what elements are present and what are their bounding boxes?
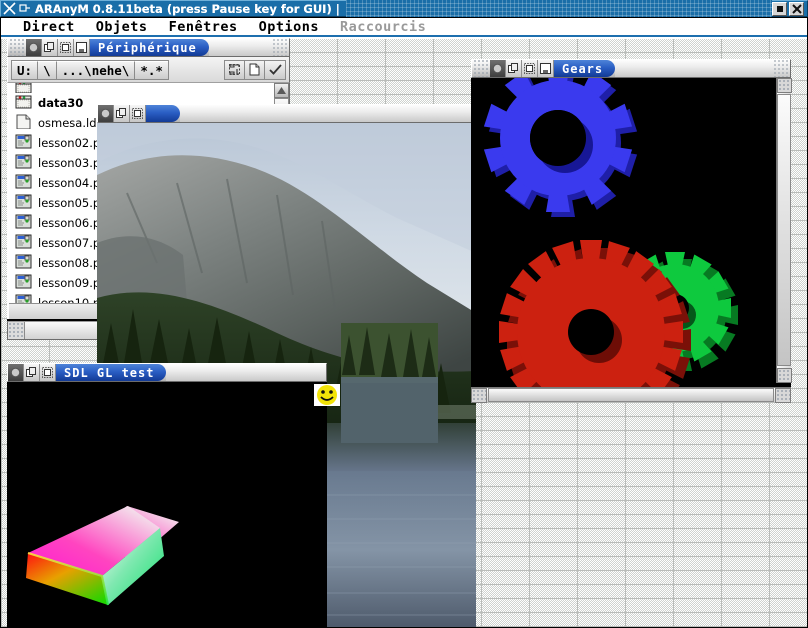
- scroll-left-arrow[interactable]: [471, 388, 487, 403]
- photo-title-bar[interactable]: [97, 104, 476, 123]
- program-icon: [15, 214, 32, 232]
- x11-window-buttons[interactable]: [772, 2, 807, 16]
- file-name: osmesa.ldg: [38, 116, 104, 130]
- scroll-thumb[interactable]: [488, 388, 774, 402]
- scroll-right-arrow[interactable]: [775, 388, 791, 403]
- sdl-gl-canvas: [7, 382, 327, 627]
- scroll-thumb[interactable]: [777, 94, 791, 366]
- x11-title-text: ARAnyM 0.8.11beta (press Pause key for G…: [35, 2, 340, 16]
- sdl-title-bar[interactable]: SDL GL test: [7, 363, 327, 382]
- smiley-face-icon[interactable]: [314, 384, 340, 406]
- x11-title-filler: [346, 0, 772, 17]
- menu-item-direct[interactable]: Direct: [23, 19, 75, 35]
- gears-window-title: Gears: [554, 60, 615, 77]
- title-bar-filler: [209, 39, 289, 56]
- gears-title-bar[interactable]: Gears: [471, 59, 791, 78]
- sizer-icon[interactable]: [58, 39, 74, 56]
- program-icon: [15, 134, 32, 152]
- emulated-desktop: Direct Objets Fenêtres Options Raccourci…: [1, 18, 807, 627]
- minimize-button[interactable]: [772, 2, 787, 16]
- title-bar-filler: [180, 105, 475, 122]
- sizer-icon[interactable]: [40, 364, 56, 381]
- resize-grip-left[interactable]: [8, 322, 25, 339]
- folder-icon: [15, 94, 32, 112]
- gears-vertical-scrollbar[interactable]: [776, 78, 791, 383]
- x11-title-bar: ARAnyM 0.8.11beta (press Pause key for G…: [0, 0, 808, 17]
- square-icon: [776, 5, 784, 13]
- check-icon[interactable]: [265, 61, 285, 79]
- close-icon[interactable]: [490, 60, 506, 77]
- menu-bar: Direct Objets Fenêtres Options Raccourci…: [1, 18, 807, 37]
- iconify-icon[interactable]: [74, 39, 90, 56]
- gears-canvas: [471, 78, 791, 402]
- file-name: data30: [38, 96, 83, 110]
- sdl-window-title: SDL GL test: [56, 364, 166, 381]
- sdl-gl-test-window[interactable]: SDL GL test: [7, 363, 327, 627]
- scroll-up-arrow[interactable]: [777, 78, 792, 93]
- x11-root-window: ARAnyM 0.8.11beta (press Pause key for G…: [0, 0, 808, 628]
- close-icon[interactable]: [26, 39, 42, 56]
- title-dots-left: [472, 60, 490, 77]
- toolbar-buttons[interactable]: [224, 60, 286, 80]
- rgb-cube-render: [7, 382, 327, 627]
- opengl-gears-render: [471, 78, 791, 402]
- menu-item-objets[interactable]: Objets: [96, 19, 148, 35]
- title-bar-filler: [615, 60, 790, 77]
- title-dots-left: [8, 39, 26, 56]
- list-item[interactable]: [9, 83, 274, 93]
- menu-item-fenetres[interactable]: Fenêtres: [169, 19, 238, 35]
- close-icon: [792, 4, 802, 14]
- title-bar-filler: [166, 364, 326, 381]
- photo-window-title: [146, 105, 180, 122]
- program-icon: [15, 274, 32, 292]
- pin-icon: [18, 2, 31, 15]
- file-manager-title: Périphérique: [90, 39, 209, 56]
- folder-icon: [15, 83, 32, 93]
- refresh-icon[interactable]: [225, 61, 245, 79]
- scroll-down-arrow[interactable]: [777, 368, 792, 383]
- x11-title-icons: [1, 2, 31, 15]
- sizer-icon[interactable]: [130, 105, 146, 122]
- path-drive[interactable]: U:: [12, 61, 38, 79]
- path-group[interactable]: U: \ ...\nehe\ *.*: [11, 60, 169, 80]
- path-separator[interactable]: \: [38, 61, 57, 79]
- scroll-up-arrow[interactable]: [274, 83, 289, 98]
- path-filter[interactable]: *.*: [135, 61, 168, 79]
- gears-horizontal-scrollbar[interactable]: [471, 387, 791, 402]
- new-folder-icon[interactable]: [245, 61, 265, 79]
- program-icon: [15, 154, 32, 172]
- fuller-icon[interactable]: [42, 39, 58, 56]
- gears-window[interactable]: Gears: [471, 59, 791, 402]
- fuller-icon[interactable]: [506, 60, 522, 77]
- document-icon: [15, 114, 32, 132]
- program-icon: [15, 174, 32, 192]
- close-icon[interactable]: [8, 364, 24, 381]
- menu-item-raccourcis: Raccourcis: [340, 19, 426, 35]
- program-icon: [15, 254, 32, 272]
- close-button[interactable]: [789, 2, 804, 16]
- sizer-icon[interactable]: [522, 60, 538, 77]
- close-icon[interactable]: [98, 105, 114, 122]
- file-manager-toolbar: U: \ ...\nehe\ *.*: [7, 57, 290, 83]
- program-icon: [15, 194, 32, 212]
- file-manager-title-bar[interactable]: Périphérique: [7, 38, 290, 57]
- iconify-icon[interactable]: [538, 60, 554, 77]
- program-icon: [15, 234, 32, 252]
- path-folder[interactable]: ...\nehe\: [57, 61, 136, 79]
- fuller-icon[interactable]: [24, 364, 40, 381]
- menu-item-options[interactable]: Options: [259, 19, 319, 35]
- x-logo-icon: [3, 2, 16, 15]
- fuller-icon[interactable]: [114, 105, 130, 122]
